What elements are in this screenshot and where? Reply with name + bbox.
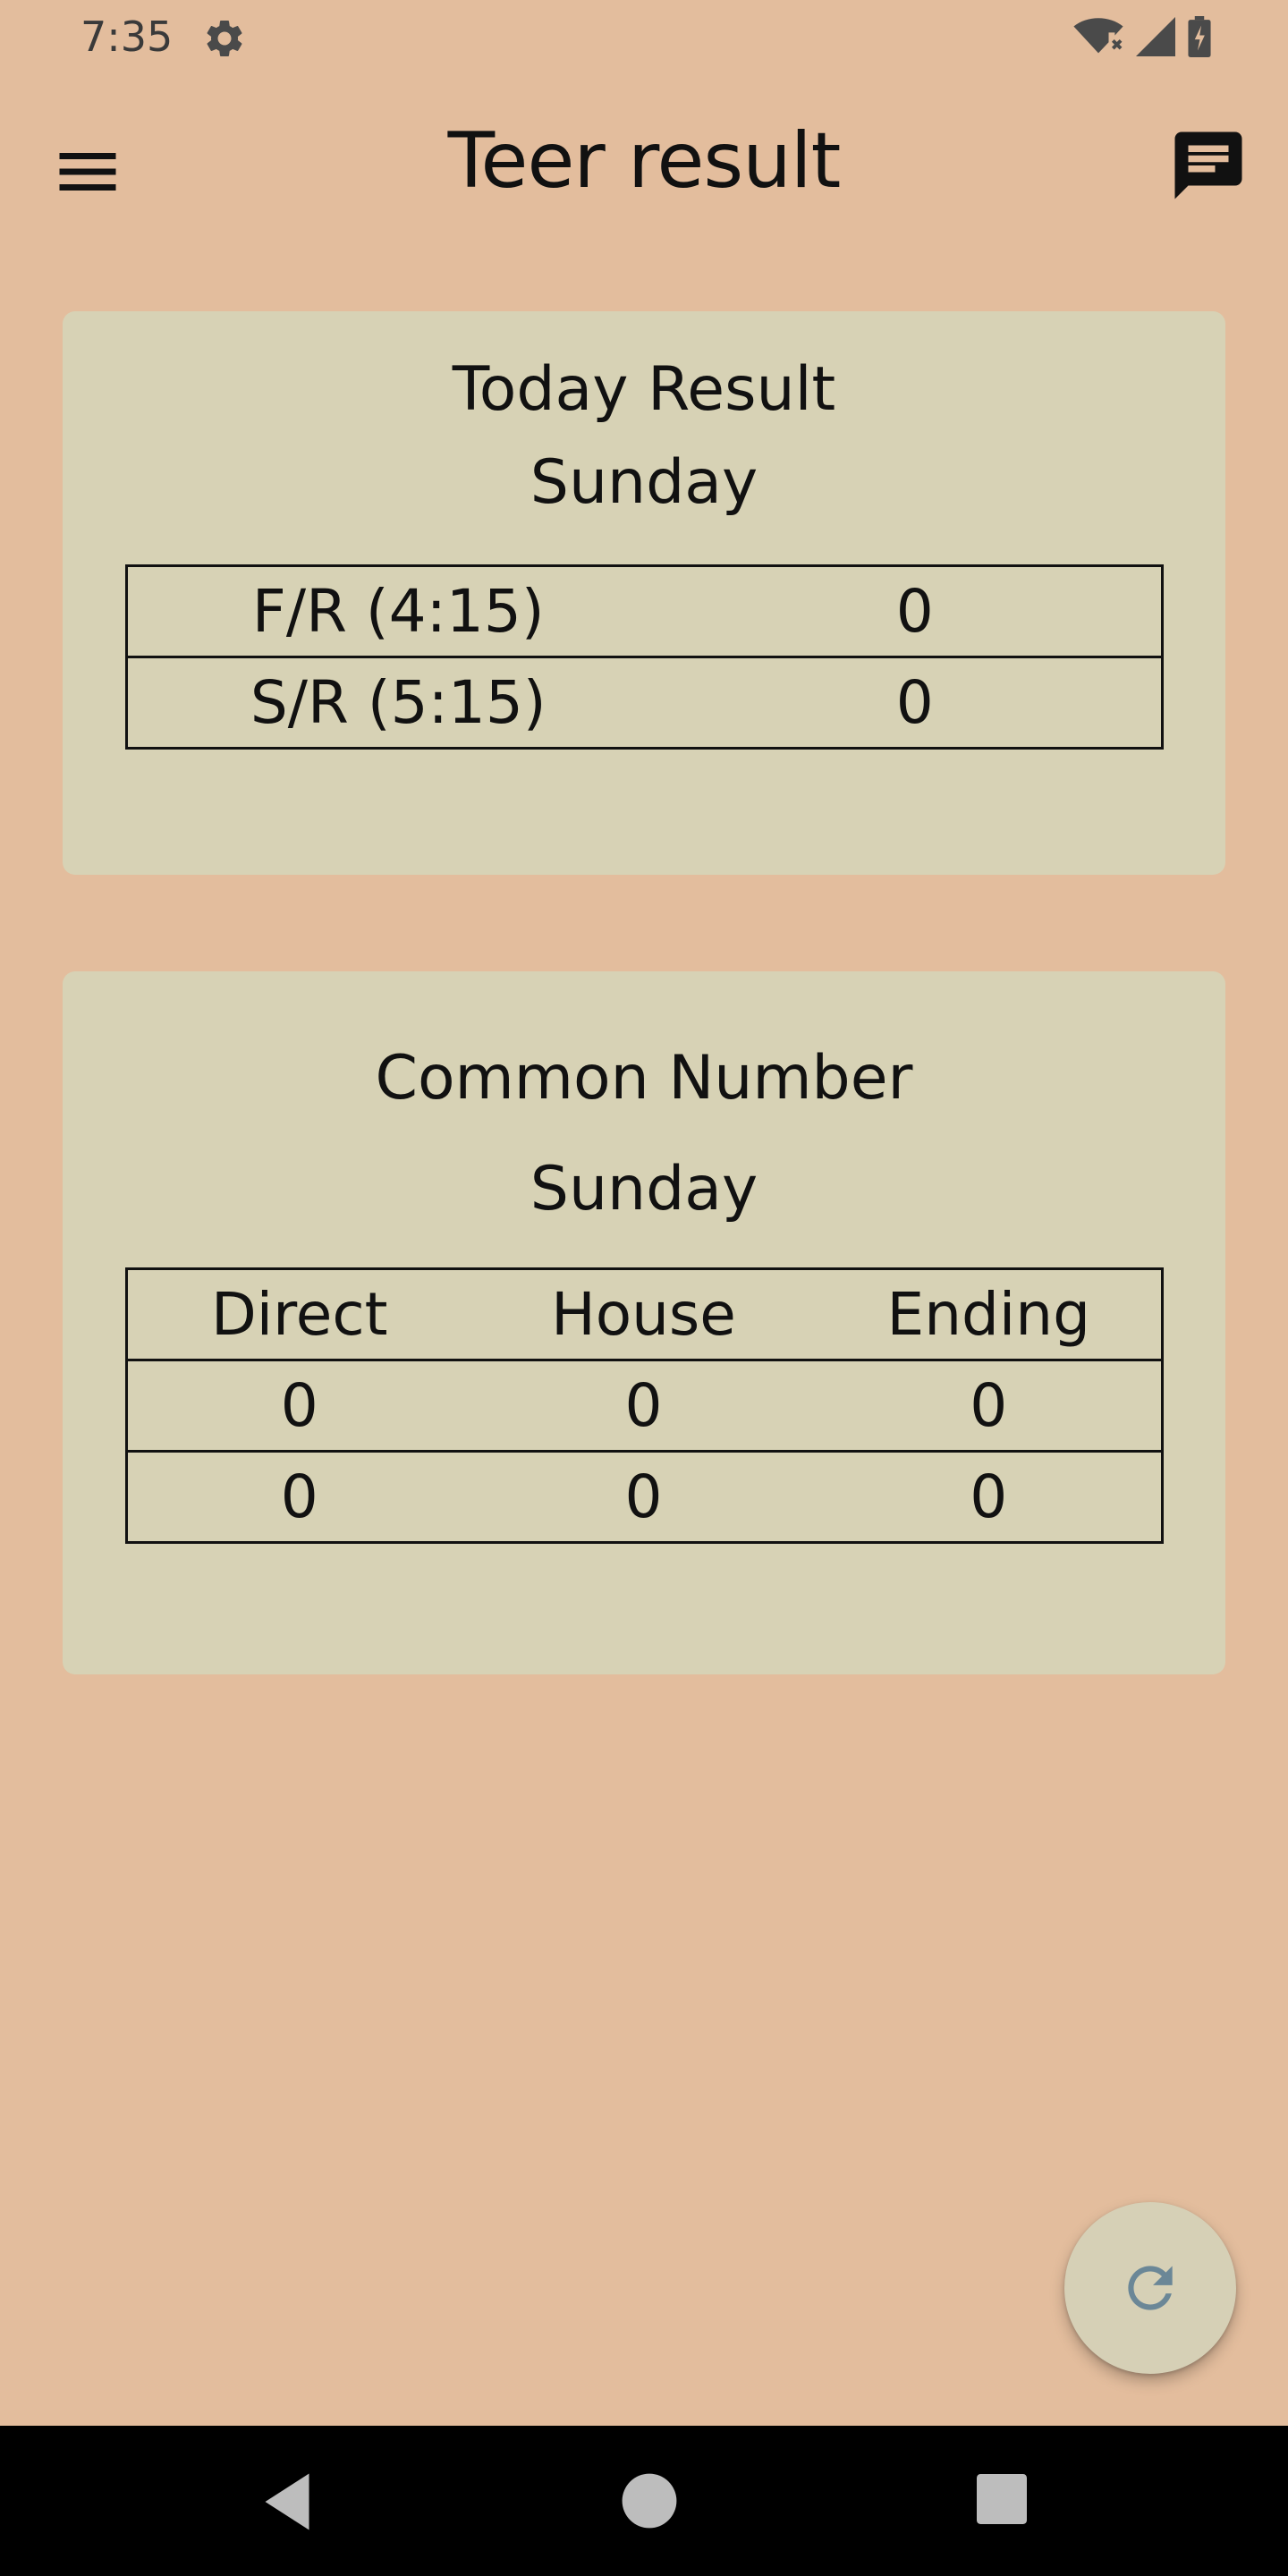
- round-label: F/R (4:15): [125, 564, 669, 658]
- table-cell: 0: [125, 1359, 471, 1453]
- wifi-off-icon: [1073, 18, 1123, 54]
- round-label: S/R (5:15): [125, 656, 669, 750]
- today-result-day: Sunday: [530, 447, 758, 518]
- status-icons: [1073, 16, 1211, 57]
- table-cell: 0: [125, 1450, 471, 1544]
- common-number-title: Common Number: [375, 1043, 913, 1114]
- table-cell: 0: [470, 1359, 817, 1453]
- chat-button[interactable]: [1168, 125, 1249, 206]
- table-cell: 0: [470, 1450, 817, 1544]
- settings-icon: [207, 20, 242, 56]
- round-value: 0: [668, 656, 1164, 750]
- navigation-bar: [0, 2426, 1288, 2576]
- table-cell: 0: [816, 1359, 1164, 1453]
- chat-icon: [1174, 131, 1242, 199]
- refresh-button[interactable]: [1064, 2202, 1236, 2374]
- column-header-direct: Direct: [125, 1267, 471, 1361]
- back-icon[interactable]: [256, 2470, 318, 2533]
- refresh-icon: [1128, 2266, 1173, 2310]
- common-number-table: Direct House Ending 0 0 0 0 0 0: [125, 1267, 1164, 1544]
- table-row: 0 0 0: [125, 1359, 1164, 1453]
- today-result-title: Today Result: [452, 354, 836, 425]
- recents-icon[interactable]: [977, 2474, 1027, 2524]
- today-result-table: F/R (4:15) 0 S/R (5:15) 0: [125, 564, 1164, 750]
- battery-charging-icon: [1188, 16, 1211, 57]
- table-header-row: Direct House Ending: [125, 1267, 1164, 1361]
- today-result-card: Today Result Sunday F/R (4:15) 0 S/R (5:…: [63, 311, 1225, 875]
- common-number-day: Sunday: [530, 1154, 758, 1224]
- signal-icon: [1136, 17, 1175, 56]
- round-value: 0: [668, 564, 1164, 658]
- home-icon[interactable]: [621, 2472, 678, 2529]
- table-row: S/R (5:15) 0: [125, 656, 1164, 750]
- status-bar: 7:35: [0, 0, 1288, 75]
- page-title: Teer result: [447, 116, 842, 206]
- table-row: 0 0 0: [125, 1450, 1164, 1544]
- column-header-house: House: [470, 1267, 817, 1361]
- status-time: 7:35: [80, 13, 174, 61]
- column-header-ending: Ending: [816, 1267, 1164, 1361]
- table-row: F/R (4:15) 0: [125, 564, 1164, 658]
- common-number-card: Common Number Sunday Direct House Ending…: [63, 971, 1225, 1674]
- table-cell: 0: [816, 1450, 1164, 1544]
